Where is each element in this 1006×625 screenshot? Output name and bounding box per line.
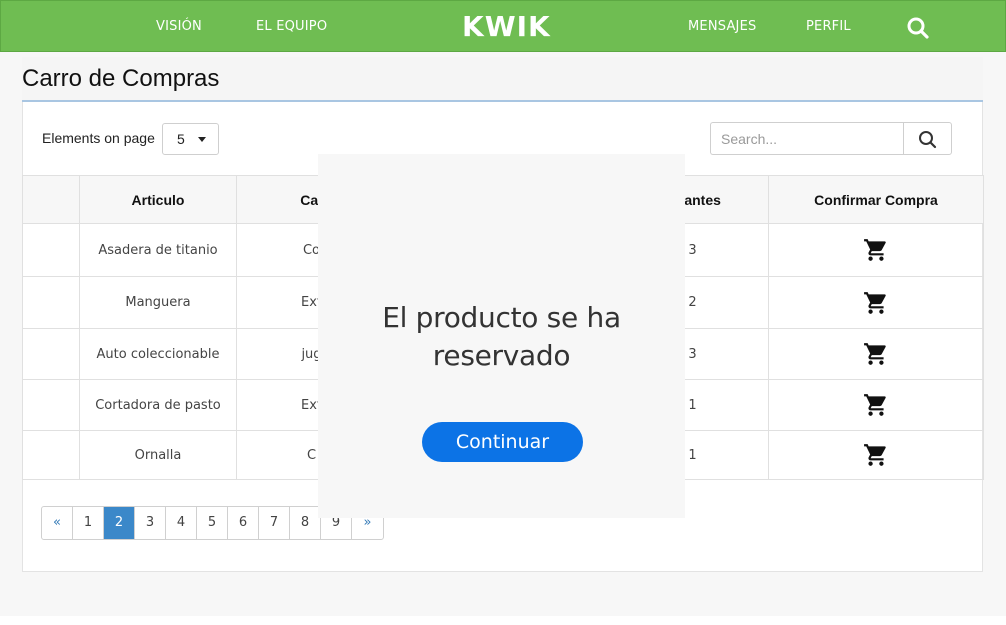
pagination-page-5[interactable]: 5	[197, 507, 228, 539]
nav-link-perfil[interactable]: PERFIL	[806, 19, 851, 34]
nav-link-mensajes[interactable]: MENSAJES	[688, 19, 756, 34]
pagination-page-6[interactable]: 6	[228, 507, 259, 539]
row-index-cell	[22, 276, 80, 329]
table-search-input[interactable]	[710, 122, 904, 155]
table-search-button[interactable]	[903, 122, 952, 155]
cart-icon[interactable]	[863, 392, 889, 418]
pagination-page-7[interactable]: 7	[259, 507, 290, 539]
elements-per-page-select[interactable]: 5	[162, 123, 219, 155]
top-navbar: VISIÓN EL EQUIPO KWIK MENSAJES PERFIL	[0, 0, 1006, 52]
elements-on-page-label: Elements on page	[42, 130, 155, 146]
header-cell-articulo[interactable]: Articulo	[79, 175, 237, 224]
header-cell-index	[22, 175, 80, 224]
articulo-cell: Manguera	[79, 276, 237, 329]
modal-message: El producto se ha reservado	[318, 299, 685, 375]
search-icon	[919, 131, 937, 149]
articulo-cell: Ornalla	[79, 430, 237, 480]
pagination-prev[interactable]: «	[42, 507, 73, 539]
confirm-cell	[768, 430, 984, 480]
cart-icon[interactable]	[863, 237, 889, 263]
page-title: Carro de Compras	[22, 65, 220, 92]
articulo-cell: Auto coleccionable	[79, 328, 237, 380]
pagination-page-3[interactable]: 3	[135, 507, 166, 539]
row-index-cell	[22, 430, 80, 480]
pagination-page-2[interactable]: 2	[104, 507, 135, 539]
modal-message-line-1: El producto se ha	[382, 301, 621, 334]
row-index-cell	[22, 223, 80, 277]
brand-logo[interactable]: KWIK	[462, 10, 551, 43]
confirm-cell	[768, 379, 984, 431]
search-icon[interactable]	[906, 16, 930, 40]
cart-icon[interactable]	[863, 442, 889, 468]
reservation-modal: El producto se ha reservado Continuar	[318, 154, 685, 518]
pagination-page-8[interactable]: 8	[290, 507, 321, 539]
header-cell-confirmar: Confirmar Compra	[768, 175, 984, 224]
confirm-cell	[768, 328, 984, 380]
elements-per-page-value: 5	[177, 131, 185, 147]
page-bottom-edge	[0, 616, 1006, 625]
articulo-cell: Cortadora de pasto	[79, 379, 237, 431]
nav-link-vision[interactable]: VISIÓN	[156, 19, 202, 34]
continue-button[interactable]: Continuar	[422, 422, 583, 462]
confirm-cell	[768, 276, 984, 329]
caret-down-icon	[198, 137, 206, 142]
row-index-cell	[22, 328, 80, 380]
modal-message-line-2: reservado	[432, 339, 571, 372]
articulo-cell: Asadera de titanio	[79, 223, 237, 277]
cart-icon[interactable]	[863, 341, 889, 367]
pagination-page-1[interactable]: 1	[73, 507, 104, 539]
nav-link-el-equipo[interactable]: EL EQUIPO	[256, 19, 327, 34]
pagination-page-4[interactable]: 4	[166, 507, 197, 539]
confirm-cell	[768, 223, 984, 277]
cart-icon[interactable]	[863, 290, 889, 316]
row-index-cell	[22, 379, 80, 431]
